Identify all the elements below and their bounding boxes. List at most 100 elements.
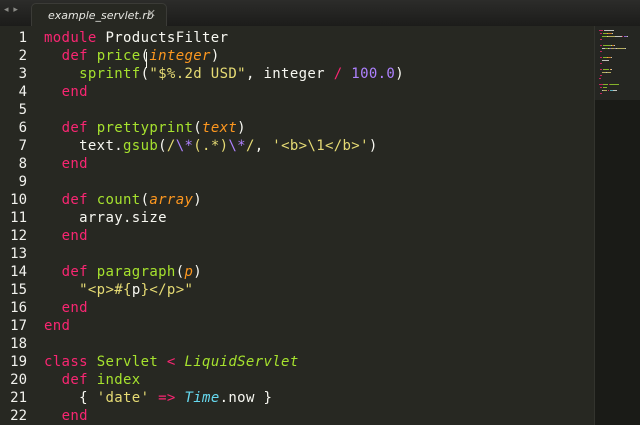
code-token: (.*): [193, 138, 229, 154]
line-code: def prettyprint(text): [44, 119, 246, 137]
minimap-stroke: [603, 45, 611, 46]
code-token: ): [395, 66, 404, 82]
code-line[interactable]: 7 text.gsub(/\*(.*)\*/, '<b>\1</b>'): [0, 137, 594, 155]
code-token: end: [44, 318, 71, 334]
code-line[interactable]: 12 end: [0, 227, 594, 245]
minimap-stroke: [603, 30, 614, 31]
code-token: module: [44, 30, 97, 46]
code-token: ,: [254, 138, 273, 154]
line-number: 8: [18, 156, 27, 172]
minimap-stroke: [615, 36, 623, 37]
code-token: text: [202, 120, 238, 136]
line-number: 21: [10, 390, 27, 406]
code-token: .now }: [219, 390, 273, 406]
minimap-stroke: [599, 78, 602, 79]
code-line[interactable]: 20 def index: [0, 371, 594, 389]
code-token: end: [61, 408, 88, 424]
line-number: 17: [10, 318, 27, 334]
line-number: 18: [10, 336, 27, 352]
code-line[interactable]: 3 sprintf("$%.2d USD", integer / 100.0): [0, 65, 594, 83]
line-number: 14: [10, 264, 27, 280]
code-token: def: [61, 48, 88, 64]
code-line[interactable]: 13: [0, 245, 594, 263]
code-line[interactable]: 5: [0, 101, 594, 119]
code-token: ProductsFilter: [96, 30, 229, 46]
code-token: p: [131, 282, 141, 298]
line-code: end: [44, 155, 88, 173]
line-code: def price(integer): [44, 47, 220, 65]
minimap-stroke: [600, 63, 603, 64]
line-code: sprintf("$%.2d USD", integer / 100.0): [44, 65, 404, 83]
line-number: 3: [18, 66, 27, 82]
code-token: index: [96, 372, 141, 388]
code-editor[interactable]: 1 module ProductsFilter 2 def price(intege…: [0, 26, 594, 425]
minimap-stroke: [614, 45, 616, 46]
code-token: def: [61, 192, 88, 208]
code-line[interactable]: 8 end: [0, 155, 594, 173]
code-line[interactable]: 18: [0, 335, 594, 353]
code-line[interactable]: 11 array.size: [0, 209, 594, 227]
code-token: integer: [149, 48, 211, 64]
minimap-stroke: [600, 57, 603, 58]
code-token: \*: [175, 138, 194, 154]
close-icon[interactable]: ✕: [147, 7, 156, 20]
minimap-stroke: [613, 90, 618, 91]
minimap-stroke: [612, 33, 613, 34]
tab-nav-arrows[interactable]: ◂ ▸: [4, 5, 19, 15]
code-line[interactable]: 16 end: [0, 299, 594, 317]
minimap-stroke: [607, 36, 616, 37]
code-line[interactable]: 4 end: [0, 83, 594, 101]
code-line[interactable]: 22 end: [0, 407, 594, 425]
code-token: 100.0: [351, 66, 396, 82]
code-line[interactable]: 14 def paragraph(p): [0, 263, 594, 281]
code-token: "$%.2d USD": [149, 66, 246, 82]
code-line[interactable]: 10 def count(array): [0, 191, 594, 209]
minimap-stroke: [599, 30, 604, 31]
minimap-stroke: [610, 57, 612, 58]
code-token: {: [44, 390, 97, 406]
tab-example-servlet[interactable]: example_servlet.rb ✕: [31, 3, 167, 26]
code-token: prettyprint: [96, 120, 194, 136]
line-code: { 'date' => Time.now }: [44, 389, 272, 407]
code-line[interactable]: 9: [0, 173, 594, 191]
code-line[interactable]: 6 def prettyprint(text): [0, 119, 594, 137]
line-number: 16: [10, 300, 27, 316]
code-token: Servlet: [96, 354, 159, 370]
minimap[interactable]: [594, 26, 640, 425]
code-token: }</p>": [140, 282, 194, 298]
line-number: 11: [10, 210, 27, 226]
code-token: (: [158, 138, 167, 154]
tab-title: example_servlet.rb: [48, 9, 154, 22]
code-line[interactable]: 2 def price(integer): [0, 47, 594, 65]
minimap-stroke: [600, 75, 603, 76]
line-code: class Servlet < LiquidServlet: [44, 353, 299, 371]
line-code: end: [44, 299, 88, 317]
line-code: "<p>#{p}</p>": [44, 281, 193, 299]
minimap-stroke: [610, 84, 620, 85]
minimap-stroke: [624, 48, 626, 49]
code-line[interactable]: 21 { 'date' => Time.now }: [0, 389, 594, 407]
tab-bar: ◂ ▸ example_servlet.rb ✕: [0, 0, 640, 27]
minimap-stroke: [600, 33, 603, 34]
line-number: 20: [10, 372, 27, 388]
code-line[interactable]: 17 end: [0, 317, 594, 335]
code-line[interactable]: 19 class Servlet < LiquidServlet: [0, 353, 594, 371]
minimap-stroke: [606, 72, 611, 73]
code-token: end: [61, 156, 88, 172]
line-code: end: [44, 83, 88, 101]
line-code: end: [44, 227, 88, 245]
code-line[interactable]: 15 "<p>#{p}</p>": [0, 281, 594, 299]
code-line[interactable]: 1 module ProductsFilter: [0, 29, 594, 47]
